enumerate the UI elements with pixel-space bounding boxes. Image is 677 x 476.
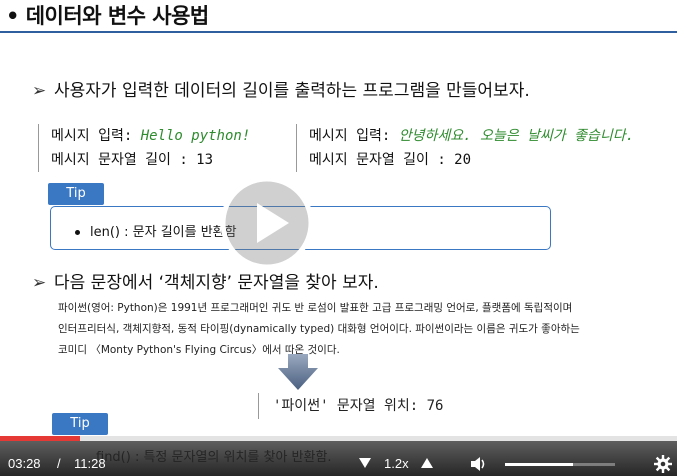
slide-title: • 데이터와 변수 사용법 [6,4,209,28]
paragraph-line: 파이썬(영어: Python)은 1991년 프로그래머인 귀도 반 로섬이 발… [58,302,573,314]
output-left-input: Hello python! [140,128,251,144]
title-divider [0,31,677,33]
bullet-arrow-icon: ➢ [32,81,47,101]
total-time: 11:28 [74,456,106,471]
time-separator: / [57,456,61,471]
output-left-length: 메시지 문자열 길이 : 13 [51,152,214,168]
bullet-arrow-icon: ➢ [32,273,47,293]
gear-icon[interactable] [654,455,672,473]
output-right-input: 안녕하세요. 오늘은 날씨가 좋습니다. [398,128,635,144]
play-icon[interactable] [219,175,315,271]
bullet-2: ➢ 다음 문장에서 ‘객체지향’ 문자열을 찾아 보자. [32,268,379,293]
speed-up-icon[interactable] [420,456,434,470]
volume-fill [505,463,574,466]
bullet-1-text: 사용자가 입력한 데이터의 길이를 출력하는 프로그램을 만들어보자. [54,81,530,101]
current-time: 03:28 [8,456,41,471]
paragraph-line: 코미디 〈Monty Python's Flying Circus〉에서 따온 … [58,344,340,356]
tip-1-text: len() : 문자 길이를 반환함 [90,225,237,240]
bullet-2-text: 다음 문장에서 ‘객체지향’ 문자열을 찾아 보자. [54,273,379,293]
find-result: '파이썬' 문자열 위치: 76 [258,393,443,419]
paragraph-line: 인터프리터식, 객체지향적, 동적 타이핑(dynamically typed)… [58,323,580,335]
playback-speed: 1.2x [384,456,409,471]
slide: • 데이터와 변수 사용법 ➢ 사용자가 입력한 데이터의 길이를 출력하는 프로… [0,0,677,476]
down-arrow-icon [278,354,318,390]
output-left-label: 메시지 입력: [51,128,141,144]
volume-slider[interactable] [505,463,615,466]
output-right-label: 메시지 입력: [309,128,399,144]
output-right-length: 메시지 문자열 길이 : 20 [309,152,472,168]
python-paragraph: 파이썬(영어: Python)은 1991년 프로그래머인 귀도 반 로섬이 발… [58,298,648,361]
output-example-left: 메시지 입력: Hello python! 메시지 문자열 길이 : 13 [38,124,250,172]
bullet-1: ➢ 사용자가 입력한 데이터의 길이를 출력하는 프로그램을 만들어보자. [32,76,530,101]
tip-badge-2: Tip [52,413,108,435]
tip-2-text: find() : 특정 문자열의 위치를 찾아 반환함. [96,450,332,465]
speed-down-icon[interactable] [358,456,372,470]
output-example-right: 메시지 입력: 안녕하세요. 오늘은 날씨가 좋습니다. 메시지 문자열 길이 … [296,124,634,172]
tip-badge-1: Tip [48,183,104,205]
volume-icon[interactable] [470,456,488,472]
bullet-dot-icon [75,230,80,235]
